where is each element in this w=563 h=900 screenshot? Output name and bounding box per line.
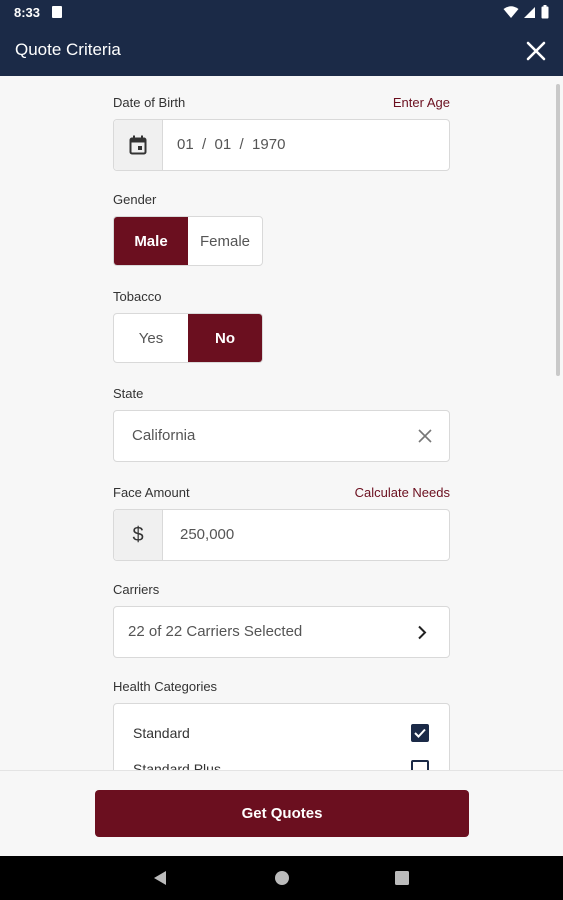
- check-icon: [414, 728, 426, 738]
- gender-label: Gender: [113, 192, 157, 207]
- footer: Get Quotes: [0, 770, 563, 856]
- status-icons: [503, 5, 549, 19]
- wifi-icon: [503, 5, 519, 18]
- status-time: 8:33: [14, 5, 41, 20]
- recents-icon: [395, 871, 409, 885]
- standard-checkbox[interactable]: [411, 724, 429, 742]
- home-button[interactable]: [272, 868, 292, 888]
- enter-age-link[interactable]: Enter Age: [393, 95, 450, 110]
- state-value[interactable]: California: [132, 427, 195, 444]
- system-nav-bar: [0, 856, 563, 900]
- face-amount-label: Face Amount: [113, 485, 190, 500]
- dob-field[interactable]: 01 / 01 / 1970: [113, 119, 450, 171]
- dob-addon[interactable]: [114, 120, 163, 170]
- clear-icon: [418, 429, 432, 443]
- tobacco-toggle: Yes No: [113, 313, 263, 363]
- gender-toggle: Male Female: [113, 216, 263, 266]
- calendar-icon: [129, 135, 147, 155]
- sd-card-icon: [52, 6, 62, 18]
- signal-icon: [524, 6, 535, 18]
- form-content[interactable]: Date of Birth Enter Age 01 / 01 / 1970 G…: [0, 76, 563, 770]
- page-title: Quote Criteria: [15, 40, 121, 59]
- battery-icon: [541, 5, 549, 19]
- face-amount-field[interactable]: $ 250,000: [113, 509, 450, 561]
- recents-button[interactable]: [392, 868, 412, 888]
- app-bar: Quote Criteria: [0, 26, 563, 76]
- health-categories-list: Standard Standard Plus: [113, 703, 450, 770]
- health-item-standard-plus[interactable]: Standard Plus: [133, 754, 429, 770]
- standard-plus-checkbox[interactable]: [411, 760, 429, 770]
- status-bar: 8:33: [0, 0, 563, 26]
- chevron-right-icon: [418, 625, 427, 640]
- dob-value[interactable]: 01 / 01 / 1970: [177, 136, 285, 153]
- tobacco-yes-button[interactable]: Yes: [114, 314, 188, 362]
- dollar-icon: $: [132, 523, 144, 546]
- currency-addon: $: [114, 510, 163, 560]
- state-label: State: [113, 386, 144, 401]
- get-quotes-button[interactable]: Get Quotes: [95, 790, 469, 837]
- tobacco-label: Tobacco: [113, 289, 162, 304]
- health-item-label: Standard: [133, 725, 190, 741]
- carriers-value: 22 of 22 Carriers Selected: [128, 623, 303, 640]
- state-field[interactable]: California: [113, 410, 450, 462]
- back-icon: [154, 871, 166, 885]
- gender-male-button[interactable]: Male: [114, 217, 188, 265]
- dob-label: Date of Birth: [113, 95, 186, 110]
- home-icon: [275, 871, 289, 885]
- calculate-needs-link[interactable]: Calculate Needs: [355, 485, 450, 500]
- close-icon: [526, 41, 546, 61]
- scrollbar[interactable]: [556, 84, 560, 376]
- carriers-selector[interactable]: 22 of 22 Carriers Selected: [113, 606, 450, 658]
- health-item-label: Standard Plus: [133, 761, 221, 770]
- close-button[interactable]: [521, 36, 551, 66]
- face-amount-value[interactable]: 250,000: [180, 526, 234, 543]
- health-item-standard[interactable]: Standard: [133, 718, 429, 748]
- health-categories-label: Health Categories: [113, 679, 218, 694]
- tobacco-no-button[interactable]: No: [188, 314, 262, 362]
- clear-state-button[interactable]: [417, 428, 433, 444]
- gender-female-button[interactable]: Female: [188, 217, 262, 265]
- carriers-label: Carriers: [113, 582, 160, 597]
- back-button[interactable]: [150, 868, 170, 888]
